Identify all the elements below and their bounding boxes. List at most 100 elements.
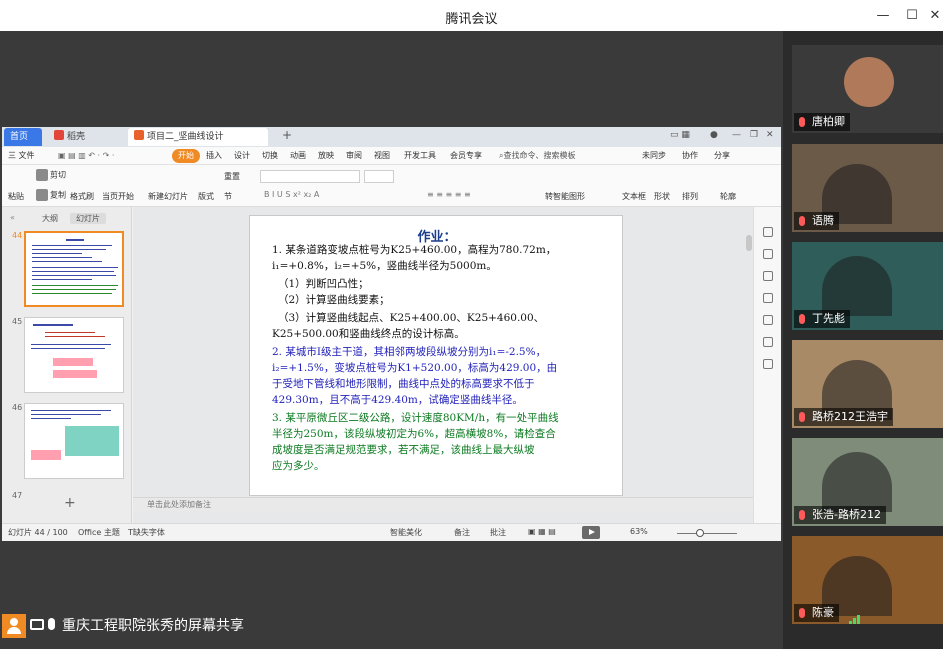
play-from-current-button[interactable]: 当页开始 <box>102 191 134 202</box>
wps-restore-icon[interactable]: ❐ <box>750 130 758 140</box>
menu-design[interactable]: 设计 <box>234 149 250 163</box>
vertical-scrollbar[interactable] <box>746 235 752 251</box>
view-mode-icons[interactable]: ▣ ▦ ▤ <box>528 527 556 536</box>
zoom-level[interactable]: 63% <box>630 527 648 536</box>
layout-icon[interactable]: ▭ ▦ <box>670 130 690 140</box>
slide-thumbnail-44[interactable] <box>24 231 124 307</box>
slide-number: 45 <box>12 317 23 326</box>
menu-member[interactable]: 会员专享 <box>450 149 482 163</box>
slide-number: 46 <box>12 403 23 412</box>
zoom-slider-handle[interactable] <box>696 529 704 537</box>
tool-icon[interactable] <box>763 249 773 259</box>
participant-name: 张浩-路桥212 <box>794 506 886 524</box>
participant-name: 唐柏卿 <box>794 113 850 131</box>
shared-screen-top-area <box>0 31 783 127</box>
font-style-icons[interactable]: B I U S x² x₂ A <box>264 190 319 199</box>
layout-button[interactable]: 版式 <box>198 191 214 202</box>
tool-icon[interactable] <box>763 293 773 303</box>
wps-presentation-window: 首页 稻壳 项目二_坚曲线设计1.ppt✕ + ▭ ▦ ● — ❐ ✕ 三 文件… <box>2 127 781 541</box>
tab-outline[interactable]: 大纲 <box>42 213 58 224</box>
play-slideshow-button[interactable] <box>582 526 600 539</box>
smart-beautify-button[interactable]: 智能美化 <box>390 527 422 538</box>
arrange-button[interactable]: 排列 <box>682 191 698 202</box>
title-bar: 腾讯会议 — ☐ ✕ <box>0 0 943 31</box>
maximize-icon[interactable]: ☐ <box>902 6 922 26</box>
collaborate-button[interactable]: 协作 <box>682 149 698 163</box>
missing-font-button[interactable]: T缺失字体 <box>128 527 165 538</box>
participant-tile[interactable]: 路桥212王浩宇 <box>792 340 943 428</box>
quick-access-icons[interactable]: ▣ ▤ ▥ ↶ · ↷ · <box>58 149 114 163</box>
participant-tile[interactable]: 陈豪 <box>792 536 943 624</box>
menu-animation[interactable]: 动画 <box>290 149 306 163</box>
font-name-select[interactable] <box>260 170 360 183</box>
user-icon[interactable] <box>2 614 26 638</box>
participant-name: 陈豪 <box>794 604 860 624</box>
scissors-icon <box>36 169 48 181</box>
menu-review[interactable]: 审阅 <box>346 149 362 163</box>
menu-file[interactable]: 三 文件 <box>8 149 35 163</box>
screen-share-text: 重庆工程职院张秀的屏幕共享 <box>62 618 244 634</box>
add-slide-icon[interactable]: + <box>64 495 76 511</box>
cut-button[interactable]: 剪切 <box>36 169 66 181</box>
minimize-icon[interactable]: — <box>873 6 893 26</box>
signal-strength-icon <box>849 607 861 624</box>
copy-button[interactable]: 复制 <box>36 189 66 201</box>
sync-status[interactable]: 未同步 <box>642 149 666 163</box>
slide-text-line: 1. 某条道路变坡点桩号为K25+460.00，高程为780.72m， <box>272 244 557 256</box>
notes-area[interactable]: 单击此处添加备注 <box>133 497 753 511</box>
microphone-muted-icon <box>799 608 805 618</box>
slide-number: 44 <box>12 231 23 240</box>
paragraph-align-icons[interactable]: ≡ ≡ ≡ ≡ ≡ <box>427 190 471 199</box>
wps-minimize-icon[interactable]: — <box>732 130 741 140</box>
menu-home[interactable]: 开始 <box>172 149 200 163</box>
collapse-panel-icon[interactable]: « <box>10 213 15 222</box>
slide-thumbnail-45[interactable] <box>24 317 124 393</box>
participant-tile[interactable]: 唐柏卿 <box>792 45 943 133</box>
new-tab-button[interactable]: + <box>282 128 292 142</box>
reset-button[interactable]: 重置 <box>224 171 240 182</box>
comments-button[interactable]: 批注 <box>490 527 506 538</box>
tab-slides[interactable]: 幻灯片 <box>70 213 106 224</box>
tool-icon[interactable] <box>763 271 773 281</box>
tab-home[interactable]: 首页 <box>4 128 42 146</box>
tool-icon[interactable] <box>763 359 773 369</box>
paste-button[interactable]: 粘贴 <box>8 191 24 202</box>
slide-thumbnail-46[interactable] <box>24 403 124 479</box>
menu-transition[interactable]: 切换 <box>262 149 278 163</box>
menu-insert[interactable]: 插入 <box>206 149 222 163</box>
section-button[interactable]: 节 <box>224 191 232 202</box>
notes-button[interactable]: 备注 <box>454 527 470 538</box>
tool-icon[interactable] <box>763 227 773 237</box>
close-icon[interactable]: ✕ <box>925 6 943 26</box>
wps-close-icon[interactable]: ✕ <box>766 130 774 140</box>
tool-icon[interactable] <box>763 315 773 325</box>
wps-tab-bar: 首页 稻壳 项目二_坚曲线设计1.ppt✕ + ▭ ▦ ● — ❐ ✕ <box>2 127 781 160</box>
new-slide-button[interactable]: 新建幻灯片 <box>148 191 188 202</box>
convert-smartart-button[interactable]: 转智能图形 <box>545 191 585 202</box>
tool-icon[interactable] <box>763 337 773 347</box>
participant-tile[interactable]: 张浩-路桥212 <box>792 438 943 526</box>
menu-developer[interactable]: 开发工具 <box>404 149 436 163</box>
slide-text-line: i₁=+0.8%，i₂=+5%，竖曲线半径为5000m。 <box>272 260 497 272</box>
slide-text-line: i₂=+1.5%，变坡点桩号为K1+520.00，标高为429.00，由 <box>272 362 558 374</box>
slide-text-line: 应为多少。 <box>272 460 325 472</box>
copy-icon <box>36 189 48 201</box>
menu-view[interactable]: 视图 <box>374 149 390 163</box>
format-painter-button[interactable]: 格式刷 <box>70 191 94 202</box>
textbox-button[interactable]: 文本框 <box>622 191 646 202</box>
avatar[interactable]: ● <box>710 130 718 140</box>
shape-button[interactable]: 形状 <box>654 191 670 202</box>
font-size-select[interactable] <box>364 170 394 183</box>
participant-tile[interactable]: 丁先彪 <box>792 242 943 330</box>
tab-daoke[interactable]: 稻壳 <box>48 128 108 146</box>
share-button[interactable]: 分享 <box>714 149 730 163</box>
search-command[interactable]: ⌕查找命令、搜索模板 <box>499 149 575 163</box>
participant-tile[interactable]: 语腾 <box>792 144 943 232</box>
menu-slideshow[interactable]: 放映 <box>318 149 334 163</box>
zoom-slider[interactable] <box>677 533 737 534</box>
slide-text-line: 成坡度是否满足规范要求，若不满足，该曲线上最大纵坡 <box>272 444 535 456</box>
participant-name: 语腾 <box>794 212 839 230</box>
outline-button[interactable]: 轮廓 <box>720 191 736 202</box>
tab-ppt-file[interactable]: 项目二_坚曲线设计1.ppt✕ <box>128 128 268 160</box>
current-slide[interactable]: 作业： 1. 某条道路变坡点桩号为K25+460.00，高程为780.72m， … <box>249 215 623 496</box>
